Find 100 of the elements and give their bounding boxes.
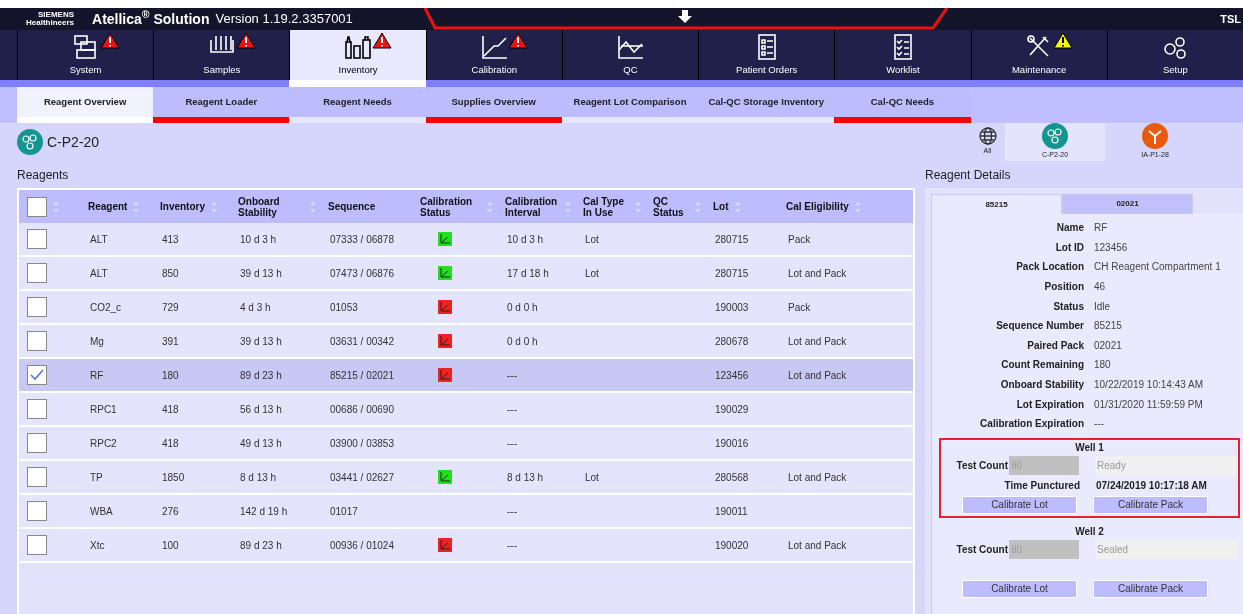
table-cell-text: CO2_c bbox=[90, 300, 122, 315]
table-cell-text: Pack bbox=[788, 300, 811, 315]
select-all-checkbox[interactable] bbox=[27, 196, 47, 217]
table-cell-text: 56 d 13 h bbox=[240, 402, 282, 417]
table-cell-text: 8 d 13 h bbox=[240, 470, 277, 485]
module-title: C-P2-20 bbox=[47, 132, 100, 152]
table-cell-text: 0 d 0 h bbox=[507, 334, 538, 349]
table-cell-text: 07333 / 06878 bbox=[330, 232, 394, 247]
nav-tab[interactable]: Inventory bbox=[289, 30, 426, 80]
row-checkbox[interactable] bbox=[27, 467, 47, 487]
calibrate-button[interactable]: Calibrate Pack bbox=[1093, 579, 1208, 598]
calibrate-button[interactable]: Calibrate Lot bbox=[962, 579, 1077, 598]
wave-chart-icon bbox=[615, 33, 646, 60]
product-name: Atellica$^{®}$ Solution bbox=[92, 8, 210, 29]
table-cell-text: 190016 bbox=[715, 436, 749, 451]
table-cell-text: --- bbox=[507, 436, 517, 451]
table-cell-text: RF bbox=[90, 368, 104, 383]
table-cell-text: 418 bbox=[162, 402, 179, 417]
field-label: Lot Expiration bbox=[1015, 397, 1084, 412]
table-cell-text: 850 bbox=[162, 266, 179, 281]
table-cell-text: RPC1 bbox=[90, 402, 117, 417]
table-cell-text: 89 d 23 h bbox=[240, 538, 282, 553]
table-cell-text: 123456 bbox=[715, 368, 749, 383]
version-text: Version 1.19.2.3357001 bbox=[215, 10, 353, 29]
field-label: Time Punctured bbox=[1003, 478, 1080, 493]
table-cell-text: 142 d 19 h bbox=[240, 504, 288, 519]
calibrate-button[interactable]: Calibrate Lot bbox=[962, 495, 1077, 514]
row-checkbox[interactable] bbox=[27, 433, 47, 453]
table-cell-text: Lot bbox=[585, 470, 599, 485]
column-header[interactable]: Cal Eligibility bbox=[786, 201, 849, 212]
table-cell-text: 03900 / 03853 bbox=[330, 436, 394, 451]
table-cell-text: 280678 bbox=[715, 334, 749, 349]
column-header[interactable]: Cal Type In Use bbox=[583, 195, 629, 218]
column-header[interactable]: Calibration Status bbox=[420, 195, 481, 218]
bottles-icon bbox=[343, 33, 374, 60]
table-cell-text: ALT bbox=[90, 232, 108, 247]
field-value: --- bbox=[1094, 417, 1104, 432]
table-cell-text: 01017 bbox=[330, 504, 358, 519]
row-checkbox[interactable] bbox=[27, 263, 47, 283]
column-header[interactable]: Reagent bbox=[88, 201, 128, 212]
column-header[interactable]: Sequence bbox=[328, 201, 376, 212]
table-cell-text: 280715 bbox=[715, 266, 749, 281]
molecule-icon bbox=[17, 129, 43, 155]
detail-tab[interactable]: 85215 bbox=[931, 194, 1062, 214]
sub-tab[interactable]: Reagent Overview bbox=[17, 87, 154, 123]
table-cell-text: --- bbox=[507, 402, 517, 417]
calibrate-button[interactable]: Calibrate Pack bbox=[1093, 495, 1208, 514]
well-title: Well 1 bbox=[1075, 441, 1104, 453]
table-cell-text: 1850 bbox=[162, 470, 185, 485]
row-checkbox[interactable] bbox=[27, 331, 47, 351]
row-checkbox[interactable] bbox=[27, 229, 47, 249]
table-cell-text: 190029 bbox=[715, 402, 749, 417]
field-label: Sequence Number bbox=[995, 319, 1084, 334]
table-cell-text: Pack bbox=[788, 232, 811, 247]
table-cell-text: 190011 bbox=[715, 504, 748, 519]
table-cell-text: 180 bbox=[162, 368, 179, 383]
table-cell-text: 03441 / 02627 bbox=[330, 470, 394, 485]
field-value: 02021 bbox=[1094, 338, 1122, 353]
globe-icon bbox=[978, 127, 997, 146]
table-cell-text: 280715 bbox=[715, 232, 749, 247]
column-header[interactable]: QC Status bbox=[653, 195, 689, 218]
table-cell-text: --- bbox=[507, 538, 517, 553]
column-header[interactable]: Inventory bbox=[160, 201, 205, 212]
field-label: Lot ID bbox=[1054, 240, 1084, 255]
field-label: Count Remaining bbox=[1000, 358, 1084, 373]
row-checkbox[interactable] bbox=[27, 501, 47, 521]
table-cell-text: 00936 / 01024 bbox=[330, 538, 394, 553]
table-cell-text: 276 bbox=[162, 504, 179, 519]
table-cell-text: 729 bbox=[162, 300, 179, 315]
table-cell-text: 00686 / 00690 bbox=[330, 402, 394, 417]
table-cell-text: Lot and Pack bbox=[788, 470, 847, 485]
detail-tab[interactable]: 02021 bbox=[1062, 194, 1193, 214]
table-cell-text: WBA bbox=[90, 504, 113, 519]
row-checkbox[interactable] bbox=[27, 365, 47, 385]
field-value: 123456 bbox=[1094, 240, 1128, 255]
table-cell-text: 280568 bbox=[715, 470, 749, 485]
line-chart-icon bbox=[479, 33, 510, 60]
field-label: Pack Location bbox=[1015, 260, 1084, 275]
table-cell-text: Lot bbox=[585, 266, 599, 281]
table-cell-text: 39 d 13 h bbox=[240, 334, 282, 349]
field-label: Calibration Expiration bbox=[979, 417, 1084, 432]
row-checkbox[interactable] bbox=[27, 399, 47, 419]
field-value: 46 bbox=[1094, 280, 1106, 295]
field-value: CH Reagent Compartment 1 bbox=[1094, 260, 1221, 275]
table-cell-text: TP bbox=[90, 470, 103, 485]
table-cell-text: ALT bbox=[90, 266, 108, 281]
field-value: 10/22/2019 10:14:43 AM bbox=[1094, 378, 1203, 393]
system-id: TSL bbox=[1220, 11, 1242, 27]
field-value: 07/24/2019 10:17:18 AM bbox=[1096, 478, 1207, 493]
antibody-icon bbox=[1142, 123, 1168, 150]
row-checkbox[interactable] bbox=[27, 297, 47, 317]
column-header[interactable]: Lot bbox=[713, 201, 729, 212]
column-header[interactable]: Onboard Stability bbox=[238, 195, 304, 218]
table-cell-text: 10 d 3 h bbox=[240, 232, 277, 247]
row-checkbox[interactable] bbox=[27, 535, 47, 555]
table-cell-text: 49 d 13 h bbox=[240, 436, 282, 451]
table-cell-text: 17 d 18 h bbox=[507, 266, 549, 281]
table-row[interactable]: RF 180 89 d 23 h 85215 / 02021 --- 123456 Lot and Pack bbox=[19, 359, 913, 393]
column-header[interactable]: Calibration Interval bbox=[505, 195, 559, 218]
field-label: Test Count bbox=[955, 459, 1008, 474]
